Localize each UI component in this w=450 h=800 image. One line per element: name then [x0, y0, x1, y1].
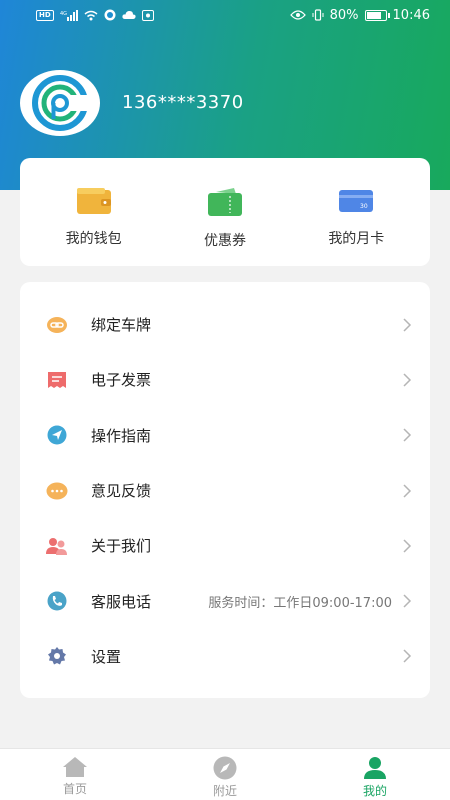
coupon-label: 优惠券: [203, 233, 246, 249]
eye-icon: [289, 10, 306, 20]
tab-label: 首页: [62, 782, 87, 796]
chevron-right-icon: [403, 428, 412, 442]
menu-label: 意见反馈: [91, 482, 152, 501]
wallet-label: 我的钱包: [65, 231, 122, 247]
vibrate-icon: [312, 9, 324, 21]
bottom-tab-bar: 首页 附近 我的: [0, 748, 450, 800]
chevron-right-icon: [403, 318, 412, 332]
menu-list: 绑定车牌 电子发票 操作指南 意见反馈 关于我们 客服电话 服务时间：工作日09…: [20, 282, 430, 698]
chevron-right-icon: [403, 649, 412, 663]
tab-nearby[interactable]: 附近: [165, 749, 285, 800]
avatar[interactable]: [20, 70, 100, 136]
menu-label: 操作指南: [91, 426, 152, 445]
battery-level: [366, 11, 381, 19]
menu-item-e-invoice[interactable]: 电子发票: [20, 352, 430, 407]
menu-item-feedback[interactable]: 意见反馈: [20, 463, 430, 518]
chevron-right-icon: [403, 539, 412, 553]
monthly-card-label: 我的月卡: [328, 231, 385, 247]
hd-indicator: HD: [36, 9, 54, 21]
service-hours: 服务时间：工作日09:00-17:00: [208, 595, 392, 611]
tab-label: 附近: [212, 784, 237, 798]
tab-home[interactable]: 首页: [15, 749, 135, 800]
wallet-icon: [76, 188, 111, 214]
menu-item-about[interactable]: 关于我们: [20, 518, 430, 573]
menu-label: 电子发票: [91, 371, 152, 390]
coupon-button[interactable]: 优惠券: [170, 158, 280, 266]
menu-item-settings[interactable]: 设置: [20, 629, 430, 684]
menu-item-bind-plate[interactable]: 绑定车牌: [20, 297, 430, 352]
tab-mine[interactable]: 我的: [315, 749, 435, 800]
battery-percent: 80%: [329, 7, 359, 23]
gear-icon: [46, 645, 68, 667]
status-bar: HD 4G 80% 10:46: [0, 0, 450, 30]
chat-icon: [46, 480, 68, 502]
menu-label: 设置: [91, 647, 122, 666]
svg-text:4G: 4G: [60, 11, 67, 17]
tab-label: 我的: [362, 784, 387, 798]
app-notification-icon: [104, 9, 116, 21]
logo-icon: [32, 75, 90, 131]
quick-actions-card: 我的钱包 优惠券 30 我的月卡: [20, 158, 430, 266]
cloud-icon: [122, 11, 136, 19]
signal-icon: 4G: [60, 9, 78, 21]
monthly-card-button[interactable]: 30 我的月卡: [301, 158, 411, 266]
user-phone[interactable]: 136****3370: [122, 92, 244, 113]
link-icon: [46, 314, 68, 336]
chevron-right-icon: [403, 373, 412, 387]
invoice-icon: [46, 369, 68, 391]
photo-notification-icon: [141, 9, 154, 21]
menu-item-customer-service[interactable]: 客服电话 服务时间：工作日09:00-17:00: [20, 573, 430, 628]
wallet-button[interactable]: 我的钱包: [39, 158, 149, 266]
people-icon: [46, 535, 68, 557]
battery-icon: [364, 9, 390, 21]
menu-item-guide[interactable]: 操作指南: [20, 408, 430, 463]
wifi-icon: [84, 10, 98, 20]
menu-label: 绑定车牌: [91, 316, 152, 335]
navigation-icon: [46, 424, 68, 446]
phone-icon: [46, 590, 68, 612]
home-icon: [63, 757, 87, 777]
svg-text:30: 30: [360, 203, 368, 210]
chevron-right-icon: [403, 594, 412, 608]
menu-label: 关于我们: [91, 537, 152, 556]
status-time: 10:46: [392, 7, 430, 23]
monthly-card-icon: 30: [339, 190, 374, 212]
chevron-right-icon: [403, 484, 412, 498]
coupon-icon: [207, 188, 242, 216]
user-icon: [364, 757, 386, 779]
compass-icon: [213, 756, 237, 780]
menu-label: 客服电话: [91, 592, 152, 611]
